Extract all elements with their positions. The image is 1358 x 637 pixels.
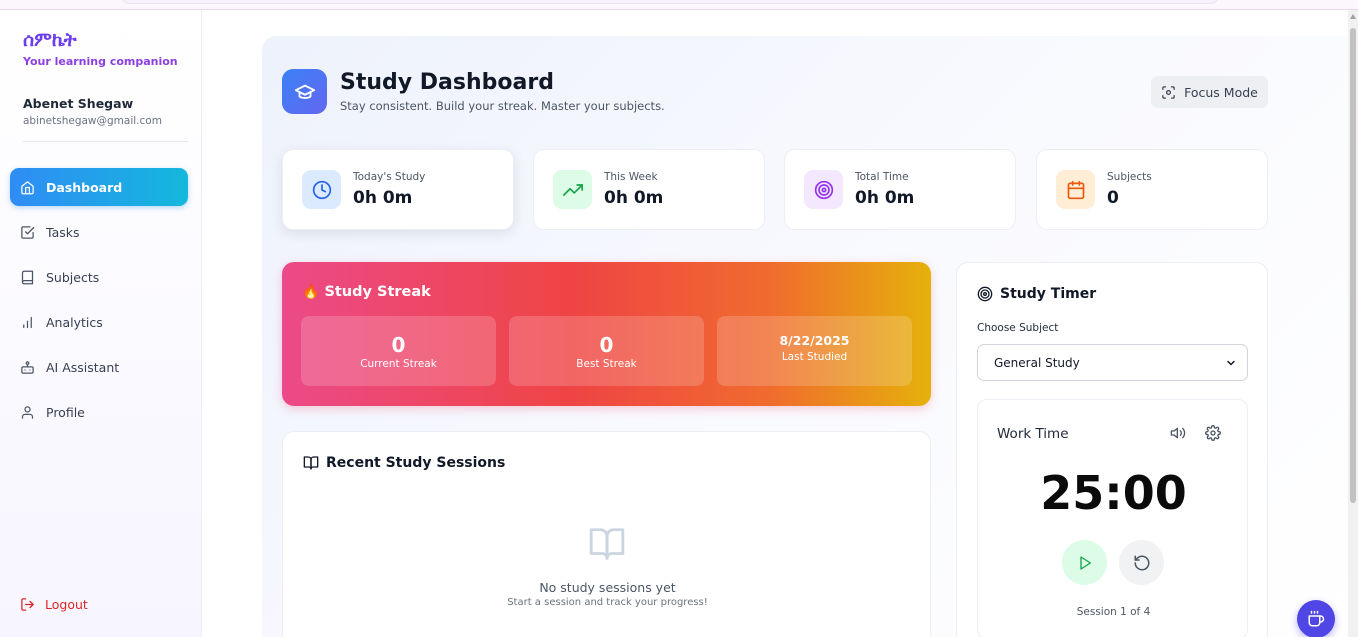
- sidebar-item-subjects[interactable]: Subjects: [10, 258, 188, 296]
- brand-tagline: Your learning companion: [23, 55, 178, 68]
- stat-label: Today's Study: [353, 171, 426, 183]
- study-timer-title-text: Study Timer: [1000, 286, 1097, 302]
- timer-mode-label: Work Time: [997, 426, 1069, 442]
- last-studied-box: 8/22/2025 Last Studied: [717, 316, 912, 386]
- stat-value: 0h 0m: [353, 188, 413, 208]
- current-streak-label: Current Streak: [360, 358, 437, 370]
- page-subtitle: Stay consistent. Build your streak. Mast…: [340, 99, 665, 113]
- session-counter: Session 1 of 4: [1076, 606, 1151, 618]
- choose-subject-label: Choose Subject: [977, 322, 1059, 334]
- stat-card-week: This Week 0h 0m: [533, 149, 765, 230]
- stat-label: Subjects: [1107, 171, 1152, 183]
- streak-title: 🔥 Study Streak: [302, 284, 431, 300]
- focus-icon: [1161, 85, 1176, 100]
- coffee-icon: [1307, 610, 1325, 628]
- trending-up-icon: [553, 170, 592, 209]
- stat-card-subjects: Subjects 0: [1036, 149, 1268, 230]
- recent-sessions-title: Recent Study Sessions: [303, 455, 505, 471]
- focus-mode-button[interactable]: Focus Mode: [1151, 76, 1268, 108]
- recent-sessions-title-text: Recent Study Sessions: [326, 455, 506, 471]
- bot-icon: [20, 360, 35, 375]
- study-timer-title: Study Timer: [977, 286, 1096, 302]
- sidebar-item-label: Subjects: [46, 269, 100, 285]
- book-open-icon: [303, 455, 319, 471]
- sidebar-item-analytics[interactable]: Analytics: [10, 303, 188, 341]
- stat-card-today: Today's Study 0h 0m: [282, 149, 514, 230]
- logout-label: Logout: [45, 597, 88, 612]
- user-name: Abenet Shegaw: [23, 96, 134, 111]
- sidebar-nav: Dashboard Tasks Subjects Analytics AI As…: [10, 168, 188, 438]
- page-scrollbar[interactable]: [1348, 10, 1358, 637]
- focus-mode-label: Focus Mode: [1184, 84, 1258, 100]
- user-icon: [20, 405, 35, 420]
- study-streak-card: 🔥 Study Streak 0 Current Streak 0 Best S…: [282, 262, 931, 406]
- browser-top-strip: [0, 0, 1358, 10]
- timer-panel: Work Time 25:00 Session 1 of 4: [977, 399, 1248, 637]
- sidebar-item-label: Analytics: [46, 314, 103, 330]
- home-icon: [20, 180, 35, 195]
- empty-state-title: No study sessions yet: [539, 580, 676, 595]
- logout-button[interactable]: Logout: [20, 597, 88, 612]
- top-bar: [120, 0, 1220, 4]
- current-streak-value: 0: [391, 333, 406, 357]
- target-icon: [977, 286, 993, 302]
- graduation-cap-icon: [282, 69, 327, 114]
- book-open-icon: [588, 525, 626, 563]
- rotate-ccw-icon: [1133, 554, 1151, 572]
- scrollbar-thumb[interactable]: [1350, 28, 1356, 503]
- break-coffee-button[interactable]: [1297, 600, 1335, 637]
- clock-icon: [302, 170, 341, 209]
- sidebar-item-label: Profile: [46, 404, 85, 420]
- play-icon: [1077, 555, 1093, 571]
- check-square-icon: [20, 225, 35, 240]
- study-timer-card: Study Timer Choose Subject General Study…: [956, 262, 1268, 637]
- stat-card-total: Total Time 0h 0m: [784, 149, 1016, 230]
- best-streak-box: 0 Best Streak: [509, 316, 704, 386]
- subject-select-value: General Study: [994, 355, 1080, 370]
- stat-value: 0h 0m: [855, 188, 915, 208]
- brand-name[interactable]: ሰምኬት: [23, 30, 178, 50]
- logout-icon: [20, 597, 35, 612]
- current-streak-box: 0 Current Streak: [301, 316, 496, 386]
- brand: ሰምኬት Your learning companion: [23, 30, 178, 68]
- page-title: Study Dashboard: [340, 70, 554, 95]
- last-studied-label: Last Studied: [781, 351, 848, 363]
- sidebar: ሰምኬት Your learning companion Abenet Sheg…: [0, 10, 202, 637]
- empty-state-subtitle: Start a session and track your progress!: [507, 597, 708, 608]
- sidebar-item-dashboard[interactable]: Dashboard: [10, 168, 188, 206]
- best-streak-label: Best Streak: [576, 358, 637, 370]
- stat-label: Total Time: [855, 171, 909, 183]
- stat-value: 0: [1107, 188, 1119, 208]
- sidebar-item-label: Tasks: [46, 224, 80, 240]
- user-email: abinetshegaw@gmail.com: [23, 115, 162, 127]
- scroll-up-arrow[interactable]: [1350, 14, 1356, 19]
- volume-icon[interactable]: [1169, 424, 1187, 442]
- recent-sessions-card: Recent Study Sessions No study sessions …: [282, 431, 931, 637]
- sidebar-item-label: Dashboard: [46, 179, 123, 195]
- stat-label: This Week: [604, 171, 658, 183]
- streak-title-text: Study Streak: [324, 284, 431, 300]
- subject-select[interactable]: General Study: [977, 344, 1248, 381]
- book-icon: [20, 270, 35, 285]
- user-info: Abenet Shegaw abinetshegaw@gmail.com: [23, 96, 188, 142]
- sidebar-item-ai-assistant[interactable]: AI Assistant: [10, 348, 188, 386]
- settings-icon[interactable]: [1204, 424, 1222, 442]
- reset-button[interactable]: [1119, 540, 1164, 585]
- last-studied-value: 8/22/2025: [779, 333, 850, 348]
- bar-chart-icon: [20, 315, 35, 330]
- timer-display: 25:00: [1040, 466, 1187, 520]
- chevron-down-icon: [1225, 357, 1237, 369]
- play-button[interactable]: [1062, 540, 1107, 585]
- target-icon: [804, 170, 843, 209]
- fire-icon: 🔥: [302, 284, 320, 300]
- best-streak-value: 0: [599, 333, 614, 357]
- stat-value: 0h 0m: [604, 188, 664, 208]
- sidebar-item-profile[interactable]: Profile: [10, 393, 188, 431]
- sidebar-item-label: AI Assistant: [46, 359, 120, 375]
- sidebar-item-tasks[interactable]: Tasks: [10, 213, 188, 251]
- calendar-icon: [1056, 170, 1095, 209]
